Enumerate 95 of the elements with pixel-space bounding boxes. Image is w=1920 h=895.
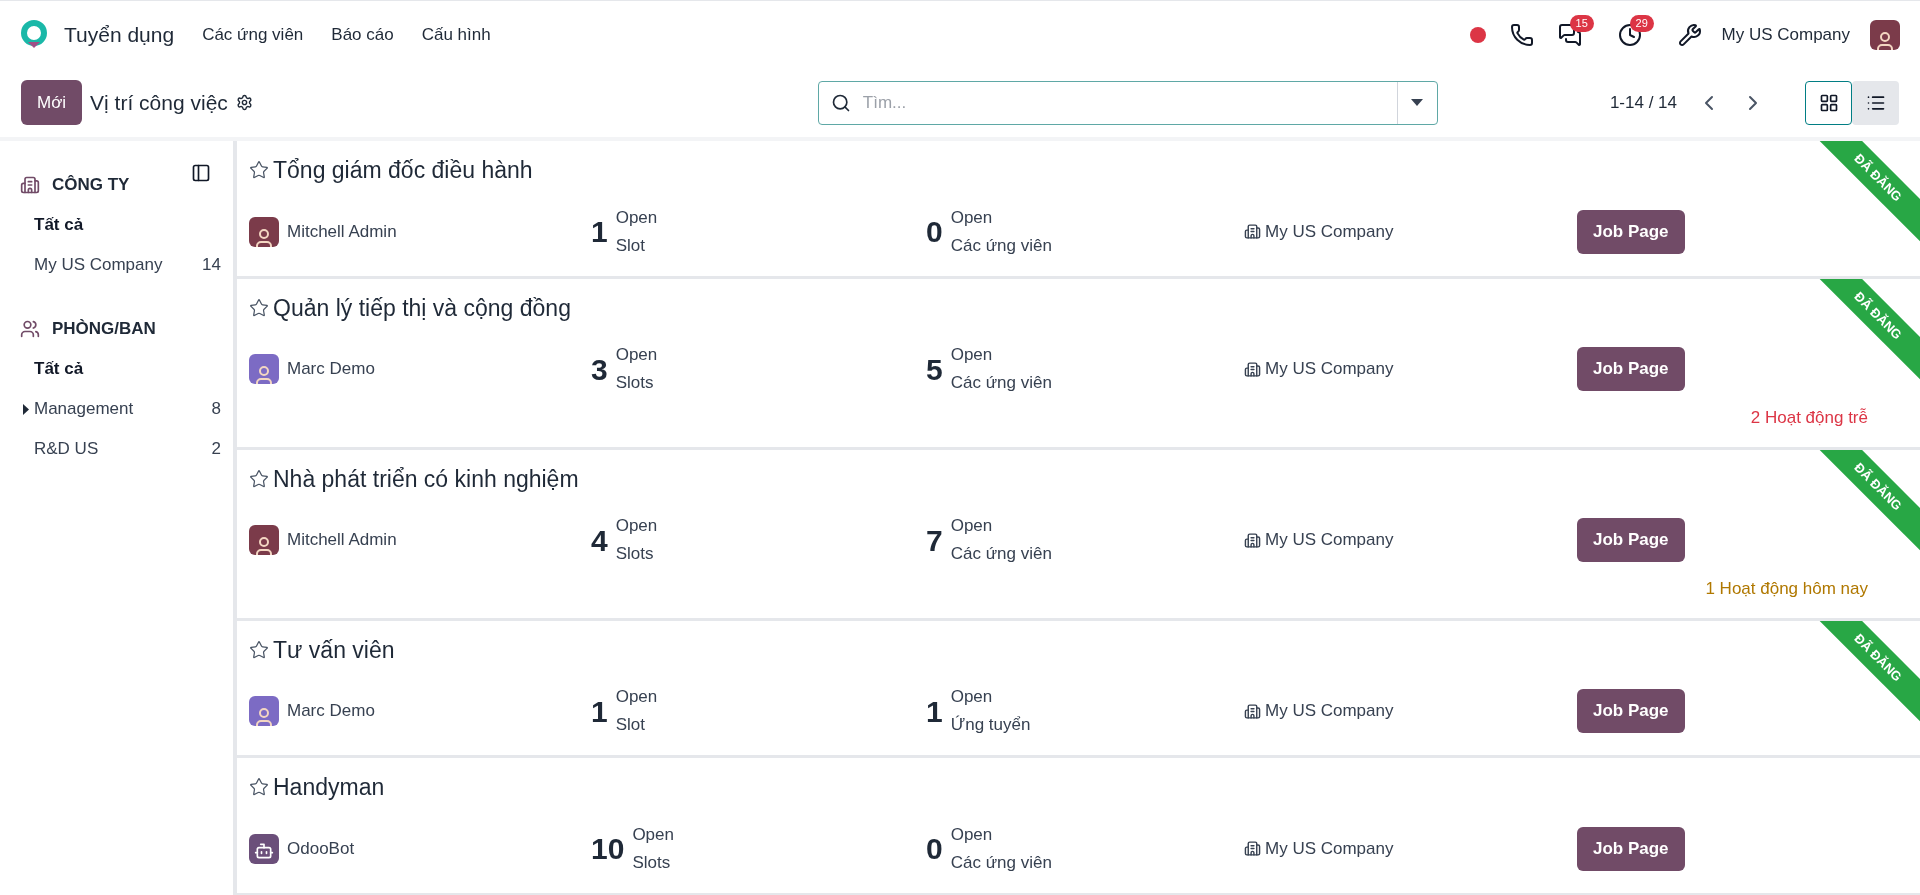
filter-item[interactable]: R&D US 2 [20, 429, 221, 469]
tools-icon[interactable] [1677, 22, 1702, 47]
slot-label: Open [615, 515, 658, 537]
slot-label: Open [615, 206, 658, 229]
panel-toggle-icon[interactable] [191, 163, 211, 183]
building-icon [1244, 531, 1261, 549]
job-page-button[interactable]: Job Page [1577, 518, 1685, 562]
slot-label: Slots [615, 372, 655, 394]
kanban-view-button[interactable] [1805, 80, 1852, 125]
caret-icon [23, 403, 29, 415]
people-icon [20, 319, 40, 339]
filter-item[interactable]: Tất cả [20, 205, 221, 245]
settings-icon[interactable] [235, 94, 253, 111]
job-title: Tổng giám đốc điều hành [273, 156, 533, 185]
phone-icon[interactable] [1509, 22, 1534, 47]
count-badge: 15 [1569, 14, 1594, 32]
job-page-button[interactable]: Job Page [1577, 689, 1685, 733]
applicant-count[interactable]: 0 [926, 209, 943, 254]
job-page-button[interactable]: Job Page [1577, 209, 1685, 254]
company-switcher[interactable]: My US Company [1721, 21, 1850, 48]
section-title: PHÒNG/BAN [52, 318, 156, 341]
user-avatar-icon[interactable] [1870, 19, 1900, 50]
applicant-label: Open [950, 686, 994, 708]
owner-name: Marc Demo [287, 358, 375, 381]
filter-item[interactable]: Tất cả [20, 349, 221, 389]
grid-icon [1818, 92, 1839, 113]
job-title: Handyman [273, 773, 385, 802]
building-icon [1244, 840, 1261, 857]
star-icon[interactable] [249, 160, 269, 181]
star-icon[interactable] [249, 777, 269, 798]
applicant-label: Open [950, 823, 994, 846]
applicant-label: Các ứng viên [950, 851, 1052, 874]
filter-item[interactable]: Management 8 [20, 389, 221, 429]
owner-name: OdooBot [287, 837, 355, 860]
applicant-label: Ứng tuyển [950, 714, 1031, 736]
applicant-count[interactable]: 7 [926, 517, 943, 563]
company-name: My US Company [1265, 700, 1394, 723]
star-icon[interactable] [249, 639, 269, 660]
applicant-label: Các ứng viên [950, 543, 1052, 565]
app-name[interactable]: Tuyển dụng [64, 18, 175, 51]
caret-icon [1411, 99, 1424, 106]
building-icon [1244, 702, 1261, 720]
activity-summary[interactable]: 1 Hoạt động hôm nay [1705, 576, 1868, 602]
pager-value: 1-14 / 14 [1609, 91, 1677, 114]
search-field[interactable]: Tìm... [817, 80, 1438, 125]
slot-label: Open [632, 823, 674, 846]
list-view-button[interactable] [1852, 80, 1899, 125]
owner-name: Marc Demo [287, 700, 375, 723]
slot-label: Open [615, 344, 658, 366]
section-title: CÔNG TY [52, 174, 130, 197]
star-icon[interactable] [249, 297, 269, 318]
applicant-label: Open [950, 206, 994, 229]
owner-name: Mitchell Admin [287, 529, 397, 552]
search-input[interactable]: Tìm... [862, 89, 1397, 116]
applicant-count[interactable]: 0 [926, 826, 943, 871]
filter-item[interactable]: My US Company 14 [20, 245, 221, 285]
applicant-count[interactable]: 5 [926, 346, 943, 392]
job-title: Quản lý tiếp thị và cộng đồng [273, 293, 571, 323]
slot-label: Slots [615, 543, 655, 565]
search-icon [830, 92, 851, 113]
company-name: My US Company [1265, 358, 1394, 381]
applicant-count[interactable]: 1 [926, 688, 943, 734]
slot-count: 10 [591, 831, 625, 867]
slot-count: 1 [591, 214, 608, 250]
slot-label: Slots [632, 851, 672, 874]
building-icon [20, 175, 40, 195]
applicant-label: Các ứng viên [950, 372, 1052, 394]
new-button[interactable]: Mới [21, 80, 83, 125]
slot-count: 4 [591, 522, 608, 559]
star-icon[interactable] [249, 468, 269, 489]
breadcrumb: Vị trí công việc [90, 89, 228, 116]
applicant-label: Các ứng viên [950, 234, 1052, 257]
slot-count: 1 [591, 693, 608, 730]
slot-label: Slot [615, 234, 646, 257]
building-icon [1244, 360, 1261, 378]
job-page-button[interactable]: Job Page [1577, 347, 1685, 391]
applicant-label: Open [950, 344, 994, 366]
slot-label: Open [615, 686, 658, 708]
job-title: Nhà phát triển có kinh nghiệm [273, 464, 579, 494]
app-logo-icon [20, 19, 48, 50]
applicant-label: Open [950, 515, 994, 537]
job-title: Tư vấn viên [273, 635, 395, 665]
job-page-button[interactable]: Job Page [1577, 826, 1685, 871]
count-badge: 29 [1629, 14, 1654, 32]
company-name: My US Company [1265, 529, 1394, 552]
menu-item[interactable]: Cấu hình [421, 21, 491, 48]
slot-count: 3 [591, 351, 608, 388]
menu-item[interactable]: Các ứng viên [202, 21, 304, 48]
slot-label: Slot [615, 714, 646, 736]
company-name: My US Company [1265, 837, 1394, 860]
menu-item[interactable]: Báo cáo [331, 21, 394, 48]
activity-summary[interactable]: 2 Hoạt động trễ [1750, 405, 1868, 431]
company-name: My US Company [1265, 220, 1394, 243]
building-icon [1244, 223, 1261, 240]
owner-name: Mitchell Admin [287, 220, 397, 243]
